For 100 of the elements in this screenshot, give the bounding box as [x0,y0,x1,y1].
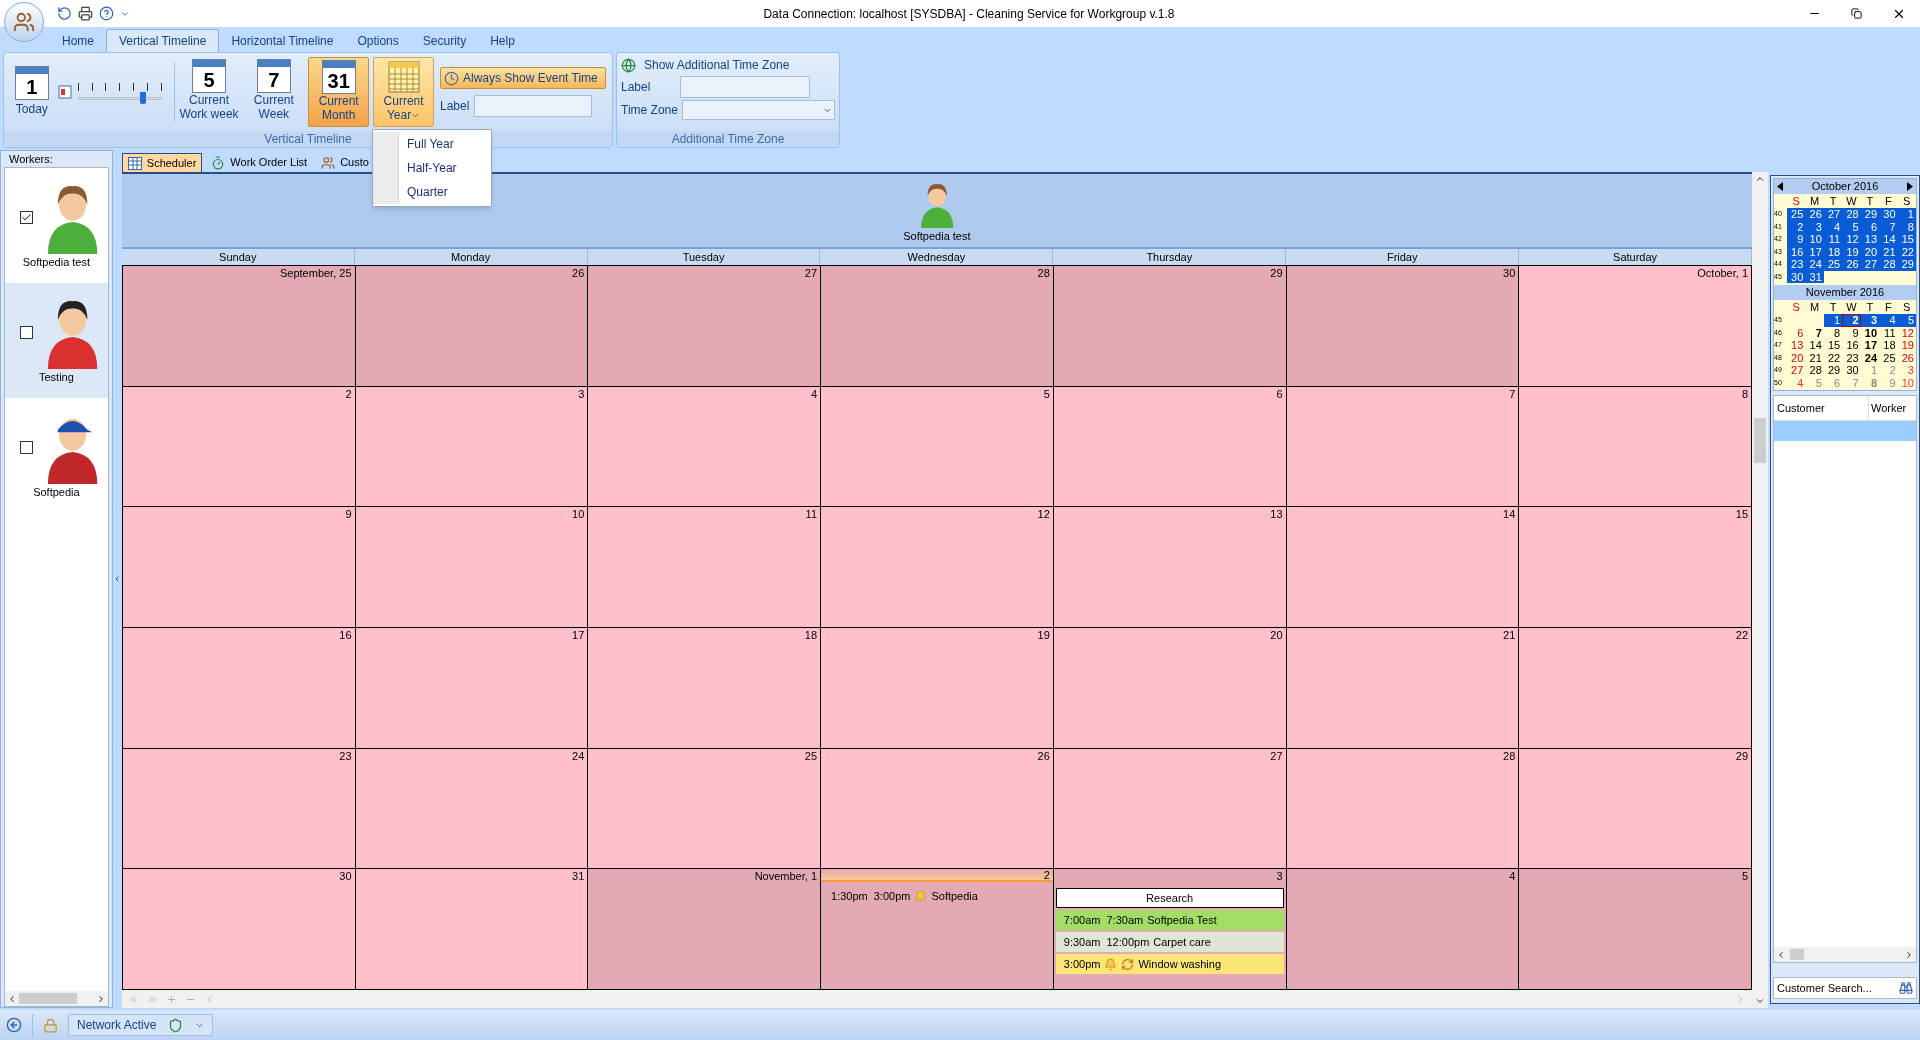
date-cell[interactable]: 2 [1842,314,1861,327]
day-cell[interactable]: 8 [1519,386,1753,508]
scroll-up-icon[interactable] [1755,174,1765,184]
date-cell[interactable]: 23 [1842,351,1861,364]
date-cell[interactable]: 26 [1805,208,1824,221]
date-cell[interactable]: 20 [1786,351,1806,364]
restore-icon[interactable] [1851,8,1862,19]
day-cell[interactable]: 11 [588,507,822,628]
day-cell[interactable]: November, 1 [588,869,822,990]
date-cell[interactable]: 6 [1786,326,1806,339]
date-cell[interactable]: 14 [1805,339,1824,352]
day-cell[interactable]: 29 [1053,266,1287,387]
day-cell[interactable]: 26 [821,748,1054,870]
scroll-left-icon[interactable] [7,993,17,1004]
date-cell[interactable]: 12 [1842,233,1861,246]
date-cell[interactable]: 22 [1823,351,1843,364]
show-additional-time-zone-label[interactable]: Show Additional Time Zone [644,56,790,74]
day-cell[interactable]: 22 [1519,628,1753,749]
date-cell[interactable]: 5 [1897,314,1917,327]
day-cell[interactable]: 6 [1053,386,1287,508]
day-cell[interactable]: 7 [1286,386,1520,508]
ribbon-tab[interactable]: Help [478,29,527,52]
event-bar[interactable]: 9:30am 12:00pm Carpet care [1055,932,1284,953]
worker-item[interactable]: Testing [5,283,108,398]
column-header[interactable]: Worker [1869,396,1916,420]
event-bar[interactable]: 3:00pm Window washing [1055,954,1284,975]
date-cell[interactable]: 30 [1879,208,1898,221]
day-cell[interactable]: 20 [1053,628,1287,749]
menu-item[interactable]: Half-Year [399,156,491,180]
horizontal-scrollbar[interactable] [5,991,108,1006]
date-cell[interactable]: 1 [1897,208,1916,221]
event-bar[interactable]: 7:00am 7:30am Softpedia Test [1055,910,1284,931]
print-icon[interactable] [78,6,93,21]
date-cell[interactable]: 25 [1786,208,1806,221]
previous-month-icon[interactable] [1777,182,1783,191]
day-cell[interactable]: 12 [821,507,1054,628]
date-cell[interactable]: 14 [1879,233,1898,246]
ribbon-tab[interactable]: Vertical Timeline [106,29,220,52]
always-show-event-time-toggle[interactable]: Always Show Event Time [440,67,606,89]
day-cell[interactable]: 2 1:30pm 3:00pm Softpedia [821,869,1054,990]
help-icon[interactable] [99,6,114,21]
slider-thumb[interactable] [140,92,147,104]
day-cell[interactable]: 10 [355,507,589,628]
date-cell[interactable]: 5 [1805,376,1824,389]
scrollbar-thumb[interactable] [19,993,77,1004]
date-cell[interactable]: 12 [1897,326,1916,339]
day-cell[interactable]: 28 [1286,748,1520,870]
day-cell[interactable]: 17 [355,628,589,749]
day-cell[interactable]: 27 [1053,748,1287,870]
view-button[interactable]: 7 Current Week [243,57,305,127]
day-cell[interactable]: 24 [355,748,589,870]
date-cell[interactable]: 25 [1823,258,1843,271]
date-cell[interactable]: 11 [1879,326,1898,339]
date-cell[interactable]: 24 [1860,351,1880,364]
date-cell[interactable]: 25 [1879,351,1898,364]
date-cell[interactable]: 9 [1842,326,1861,339]
scrollbar-thumb[interactable] [1754,417,1766,463]
date-cell[interactable]: 29 [1823,364,1843,377]
ribbon-tab[interactable]: Horizontal Timeline [219,29,346,52]
all-day-event[interactable]: Research [1055,888,1284,909]
day-cell[interactable]: 5 [821,386,1054,508]
scroll-left-icon[interactable] [1776,949,1786,960]
worker-checkbox[interactable] [20,210,34,224]
view-tab[interactable]: Custo [316,153,374,172]
day-cell[interactable]: 27 [588,266,822,387]
date-cell[interactable]: 28 [1842,208,1861,221]
date-cell[interactable]: 4 [1879,314,1898,327]
scrollbar-thumb[interactable] [1790,949,1804,960]
day-cell[interactable]: 15 [1519,507,1753,628]
date-cell[interactable]: 23 [1786,258,1806,271]
day-cell[interactable]: 3 [355,386,589,508]
day-cell[interactable]: 30 [122,869,356,990]
view-button[interactable]: 31 Current Month [308,57,370,127]
date-cell[interactable]: 9 [1786,233,1806,246]
scroll-right-icon[interactable] [1904,949,1914,960]
date-cell[interactable]: 27 [1823,208,1843,221]
today-button[interactable]: 1 Today [10,66,54,118]
day-cell[interactable]: 18 [588,628,822,749]
day-cell[interactable]: 9 [122,507,356,628]
date-cell[interactable]: 1 [1860,364,1880,377]
date-cell[interactable]: 27 [1786,364,1806,377]
date-cell[interactable]: 27 [1860,258,1880,271]
date-cell[interactable]: 24 [1805,258,1824,271]
date-cell[interactable]: 19 [1897,339,1916,352]
column-header[interactable]: Customer [1774,396,1869,420]
date-cell[interactable]: 17 [1860,339,1880,352]
event-bar[interactable]: 1:30pm 3:00pm Softpedia [823,886,1051,907]
worker-item[interactable]: Softpedia test [5,168,108,283]
day-cell[interactable]: 19 [821,628,1054,749]
date-cell[interactable]: 3 [1860,314,1880,327]
day-cell[interactable]: 23 [122,748,356,870]
view-tab[interactable]: Work Order List [206,153,313,172]
date-cell[interactable]: 11 [1823,233,1843,246]
date-cell[interactable]: 26 [1842,258,1861,271]
ribbon-tab[interactable]: Security [410,29,479,52]
date-cell[interactable]: 7 [1805,326,1824,339]
date-cell[interactable]: 13 [1860,233,1880,246]
menu-item[interactable]: Quarter [399,180,491,204]
label-field[interactable] [680,76,810,98]
date-cell[interactable]: 28 [1805,364,1824,377]
